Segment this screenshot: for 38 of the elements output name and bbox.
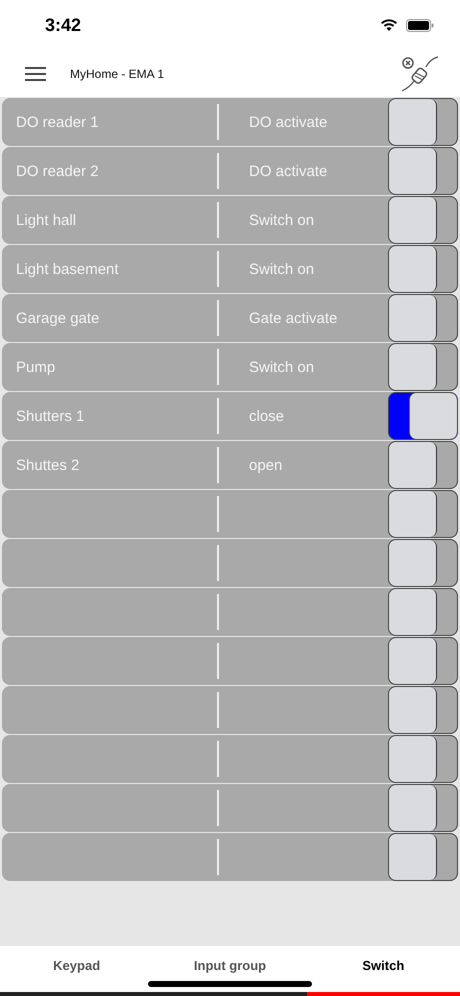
toggle-switch[interactable]	[388, 441, 458, 489]
toggle-switch[interactable]	[388, 98, 458, 146]
toggle-switch[interactable]	[388, 490, 458, 538]
device-name: Pump	[15, 358, 56, 378]
action-label: DO activate	[248, 112, 328, 132]
toggle-switch[interactable]	[388, 686, 458, 734]
device-name: DO reader 1	[15, 112, 100, 132]
action-label: Switch on	[248, 260, 316, 280]
toggle-switch[interactable]	[388, 147, 458, 195]
action-label: Switch on	[248, 358, 316, 378]
toggle-switch[interactable]	[388, 343, 458, 391]
action-label: Switch on	[248, 210, 316, 230]
device-name: Shuttes 2	[15, 456, 80, 476]
toggle-switch[interactable]	[388, 735, 458, 783]
toggle-switch[interactable]	[388, 294, 458, 342]
toggle-switch[interactable]	[388, 588, 458, 636]
device-name: Shutters 1	[15, 406, 86, 426]
status-time: 3:42	[45, 14, 82, 36]
plug-disconnected-icon[interactable]	[400, 54, 440, 92]
toggle-switch[interactable]	[388, 196, 458, 244]
action-label: close	[248, 406, 286, 426]
menu-icon[interactable]	[25, 66, 46, 80]
toggle-switch[interactable]	[388, 637, 458, 685]
battery-icon	[406, 18, 434, 32]
device-name: Garage gate	[15, 308, 100, 328]
device-name: Light basement	[15, 260, 120, 280]
toggle-switch[interactable]	[388, 784, 458, 832]
action-label: open	[248, 456, 284, 476]
toggle-switch[interactable]	[388, 392, 458, 440]
device-name: Light hall	[15, 210, 78, 230]
toggle-switch[interactable]	[388, 539, 458, 587]
wifi-icon	[380, 18, 398, 32]
action-label: DO activate	[248, 162, 328, 182]
toggle-switch[interactable]	[388, 245, 458, 293]
toggle-switch[interactable]	[388, 833, 458, 881]
header-title: MyHome - EMA 1	[70, 66, 166, 80]
device-name: DO reader 2	[15, 162, 100, 182]
action-label: Gate activate	[248, 308, 338, 328]
